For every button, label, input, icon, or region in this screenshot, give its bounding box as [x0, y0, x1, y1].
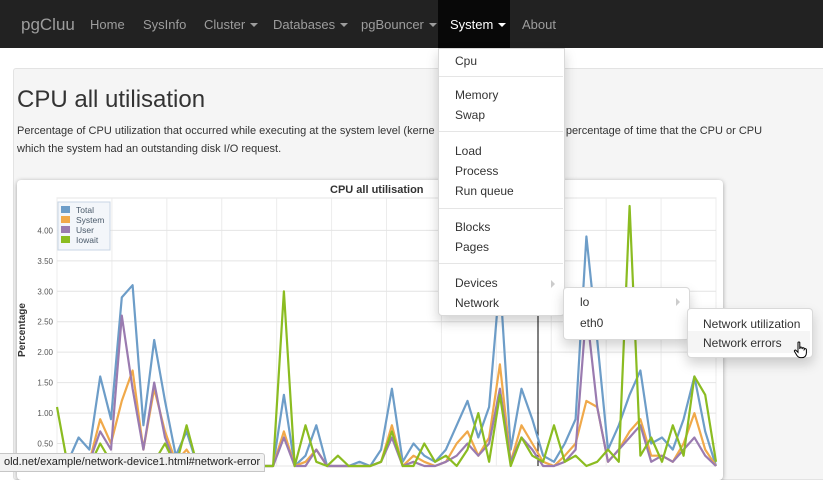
legend-label: System — [76, 215, 104, 225]
menu-item-cpu[interactable]: Cpu — [455, 54, 477, 68]
menu-item-devices[interactable]: Devices — [455, 276, 498, 290]
menu-item-load[interactable]: Load — [455, 144, 482, 158]
legend-label: Iowait — [76, 235, 99, 245]
menu-item-memory[interactable]: Memory — [455, 88, 498, 102]
menu-item-pages[interactable]: Pages — [455, 240, 489, 254]
submenu-item-eth0[interactable]: eth0 — [580, 316, 603, 330]
chevron-right-icon — [676, 298, 680, 306]
y-tick-label: 2.50 — [37, 318, 53, 327]
menu-item-network[interactable]: Network — [455, 296, 499, 310]
hand-cursor-icon — [793, 341, 807, 359]
menu-item-process[interactable]: Process — [455, 164, 498, 178]
legend-swatch — [61, 216, 70, 223]
legend-label: Total — [76, 205, 94, 215]
status-bar-url: old.net/example/network-device1.html#net… — [0, 453, 266, 472]
menu-item-swap[interactable]: Swap — [455, 108, 485, 122]
menu-divider — [439, 208, 563, 209]
y-axis-label: Percentage — [17, 303, 28, 357]
menu-divider — [439, 131, 563, 132]
y-tick-label: 3.50 — [37, 257, 53, 266]
legend-swatch — [61, 206, 70, 213]
menu-divider — [439, 263, 563, 264]
submenu-item-lo[interactable]: lo — [580, 295, 589, 309]
legend-swatch — [61, 236, 70, 243]
menu-divider — [439, 76, 563, 77]
y-tick-label: 1.00 — [37, 409, 53, 418]
legend-label: User — [76, 225, 94, 235]
y-tick-label: 3.00 — [37, 287, 53, 296]
y-tick-label: 1.50 — [37, 379, 53, 388]
menu-item-network-utilization[interactable]: Network utilization — [703, 317, 800, 331]
y-tick-label: 2.00 — [37, 348, 53, 357]
menu-item-network-errors[interactable]: Network errors — [703, 336, 782, 350]
y-tick-label: 0.50 — [37, 440, 53, 449]
chart-title: CPU all utilisation — [330, 184, 424, 196]
cpu-chart: 0.50 1.00 1.50 2.00 2.50 3.00 3.50 4.00 Percenta… — [17, 197, 718, 468]
chevron-right-icon — [551, 280, 555, 288]
legend-swatch — [61, 226, 70, 233]
menu-item-run-queue[interactable]: Run queue — [455, 184, 514, 198]
y-tick-label: 4.00 — [37, 226, 53, 235]
menu-item-blocks[interactable]: Blocks — [455, 220, 490, 234]
